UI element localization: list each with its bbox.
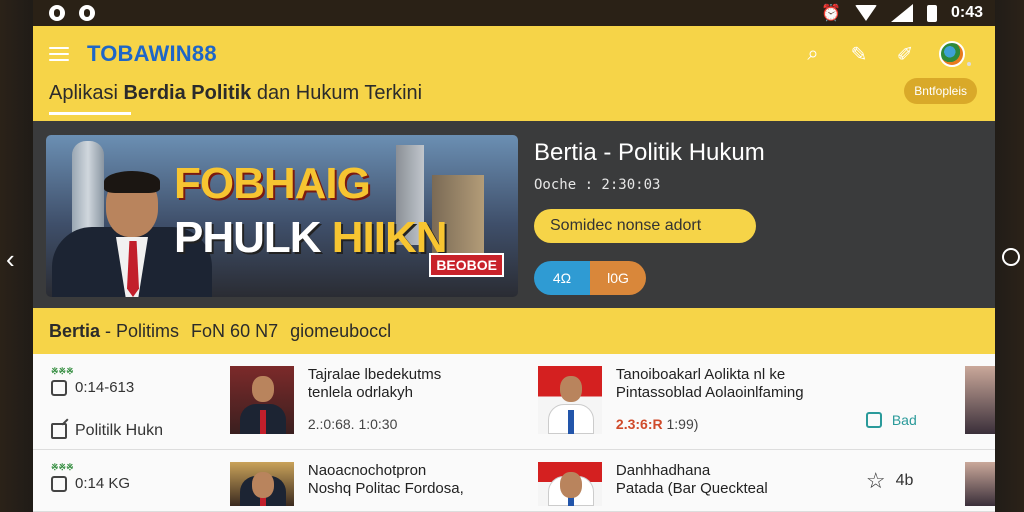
- news-title[interactable]: Tajralae lbedekutms tenlela odrlakyh: [308, 366, 441, 402]
- news-stat: 2.:0:68. 1:0:30: [307, 416, 398, 432]
- news-thumbnail-partial[interactable]: [965, 462, 995, 506]
- hero-info: Bertia - Politik Hukum Ooche : 2:30:03 S…: [534, 135, 981, 308]
- star-icon[interactable]: ☆: [866, 468, 886, 494]
- news-title[interactable]: Danhhadhana Patada (Bar Queckteal: [616, 462, 768, 498]
- favorite-action[interactable]: ☆ 4b: [866, 468, 965, 494]
- news-item[interactable]: Tajralae lbedekutms tenlela odrlakyh 2.:0…: [229, 366, 538, 434]
- news-item[interactable]: Tanoiboakarl Aolikta nl ke Pintassoblad A…: [537, 366, 866, 434]
- news-title[interactable]: Tanoiboakarl Aolikta nl ke Pintassoblad A…: [616, 366, 804, 402]
- compose-icon[interactable]: ✐: [893, 42, 917, 66]
- app-window: ⏰ 0:43 TOBAWIN88 ⌕ ✎ ✐ Aplikasi Berdia P…: [33, 0, 995, 512]
- search-icon[interactable]: ⌕: [801, 42, 825, 66]
- row-time: 0:14 KG: [75, 475, 131, 492]
- calendar-icon: [51, 475, 67, 492]
- hero-action-left[interactable]: 4Ω: [534, 261, 590, 295]
- status-time: 0:43: [950, 4, 983, 21]
- news-thumbnail[interactable]: [537, 366, 602, 434]
- alarm-icon: ⏰: [821, 5, 841, 22]
- signal-icon: [890, 4, 913, 22]
- bookmark-label: Bad: [891, 412, 917, 428]
- list-item[interactable]: ※※※ 0:14-613 Politilk Hukn Tajralae lbed…: [33, 354, 995, 450]
- hero-image[interactable]: FOBHAIG PHULK HIIKN BEOBOE: [46, 135, 518, 297]
- row-badge: ※※※: [51, 366, 74, 376]
- subscribe-button[interactable]: Bntfopleis: [904, 78, 977, 104]
- circle-nav-icon[interactable]: [1002, 248, 1020, 266]
- section-extra: giomeuboccl: [290, 320, 392, 341]
- app-bar: TOBAWIN88 ⌕ ✎ ✐ Aplikasi Berdia Politik …: [33, 26, 995, 121]
- chevron-left-icon[interactable]: ‹: [6, 244, 15, 275]
- overflow-dot: [967, 62, 971, 66]
- news-title[interactable]: Naoacnochotpron Noshq Politac Fordosa,: [308, 462, 464, 498]
- bookmark-action[interactable]: Bad: [865, 412, 965, 428]
- status-bar: ⏰ 0:43: [33, 0, 995, 26]
- page-subtitle: Aplikasi Berdia Politik dan Hukum Terkin…: [49, 82, 422, 115]
- bookmark-icon[interactable]: [865, 412, 882, 428]
- list-item[interactable]: ※※※ 0:14 KG Naoacnochotpron Noshq Politac…: [33, 450, 995, 512]
- app-notification-icon: [49, 5, 65, 21]
- hero-action-group: 4Ω l0G: [534, 261, 646, 295]
- brand-logo[interactable]: TOBAWIN88: [87, 41, 217, 67]
- news-thumbnail[interactable]: [229, 462, 294, 506]
- wifi-icon: [854, 5, 877, 21]
- news-stat: 2.3:6:R 1:99): [615, 416, 699, 432]
- battery-icon: [926, 4, 937, 22]
- row-category[interactable]: Politilk Hukn: [75, 422, 163, 440]
- row-time: 0:14-613: [75, 379, 135, 396]
- globe-icon[interactable]: [939, 41, 965, 67]
- calendar-icon: [51, 379, 67, 396]
- news-thumbnail[interactable]: [229, 366, 294, 434]
- news-item[interactable]: Danhhadhana Patada (Bar Queckteal: [537, 462, 866, 506]
- hero-action-right[interactable]: l0G: [590, 261, 646, 295]
- hero-section: FOBHAIG PHULK HIIKN BEOBOE Bertia - Poli…: [33, 121, 995, 308]
- row-badge: ※※※: [51, 462, 74, 472]
- edit-icon[interactable]: ✎: [847, 42, 871, 66]
- hero-heading[interactable]: Bertia - Politik Hukum: [534, 139, 981, 167]
- news-thumbnail-partial[interactable]: [965, 366, 995, 434]
- news-thumbnail[interactable]: [537, 462, 602, 506]
- favorite-count: 4b: [895, 472, 914, 489]
- section-code: FoN 60 N7: [191, 320, 279, 341]
- hero-image-title-2: PHULK HIIKN: [174, 213, 448, 262]
- hero-date: Ooche : 2:30:03: [534, 177, 661, 193]
- app-notification-icon-2: [79, 5, 95, 21]
- hero-pill-button[interactable]: Somidec nonse adort: [534, 209, 756, 243]
- news-item[interactable]: Naoacnochotpron Noshq Politac Fordosa,: [229, 462, 538, 506]
- section-header: Bertia - Politims FoN 60 N7 giomeuboccl: [33, 308, 995, 354]
- hero-image-tag: BEOBOE: [429, 253, 504, 277]
- menu-icon[interactable]: [49, 47, 69, 61]
- news-list: ※※※ 0:14-613 Politilk Hukn Tajralae lbed…: [33, 354, 995, 512]
- hero-image-title-1: FOBHAIG: [174, 159, 371, 208]
- edit-icon[interactable]: [51, 423, 67, 439]
